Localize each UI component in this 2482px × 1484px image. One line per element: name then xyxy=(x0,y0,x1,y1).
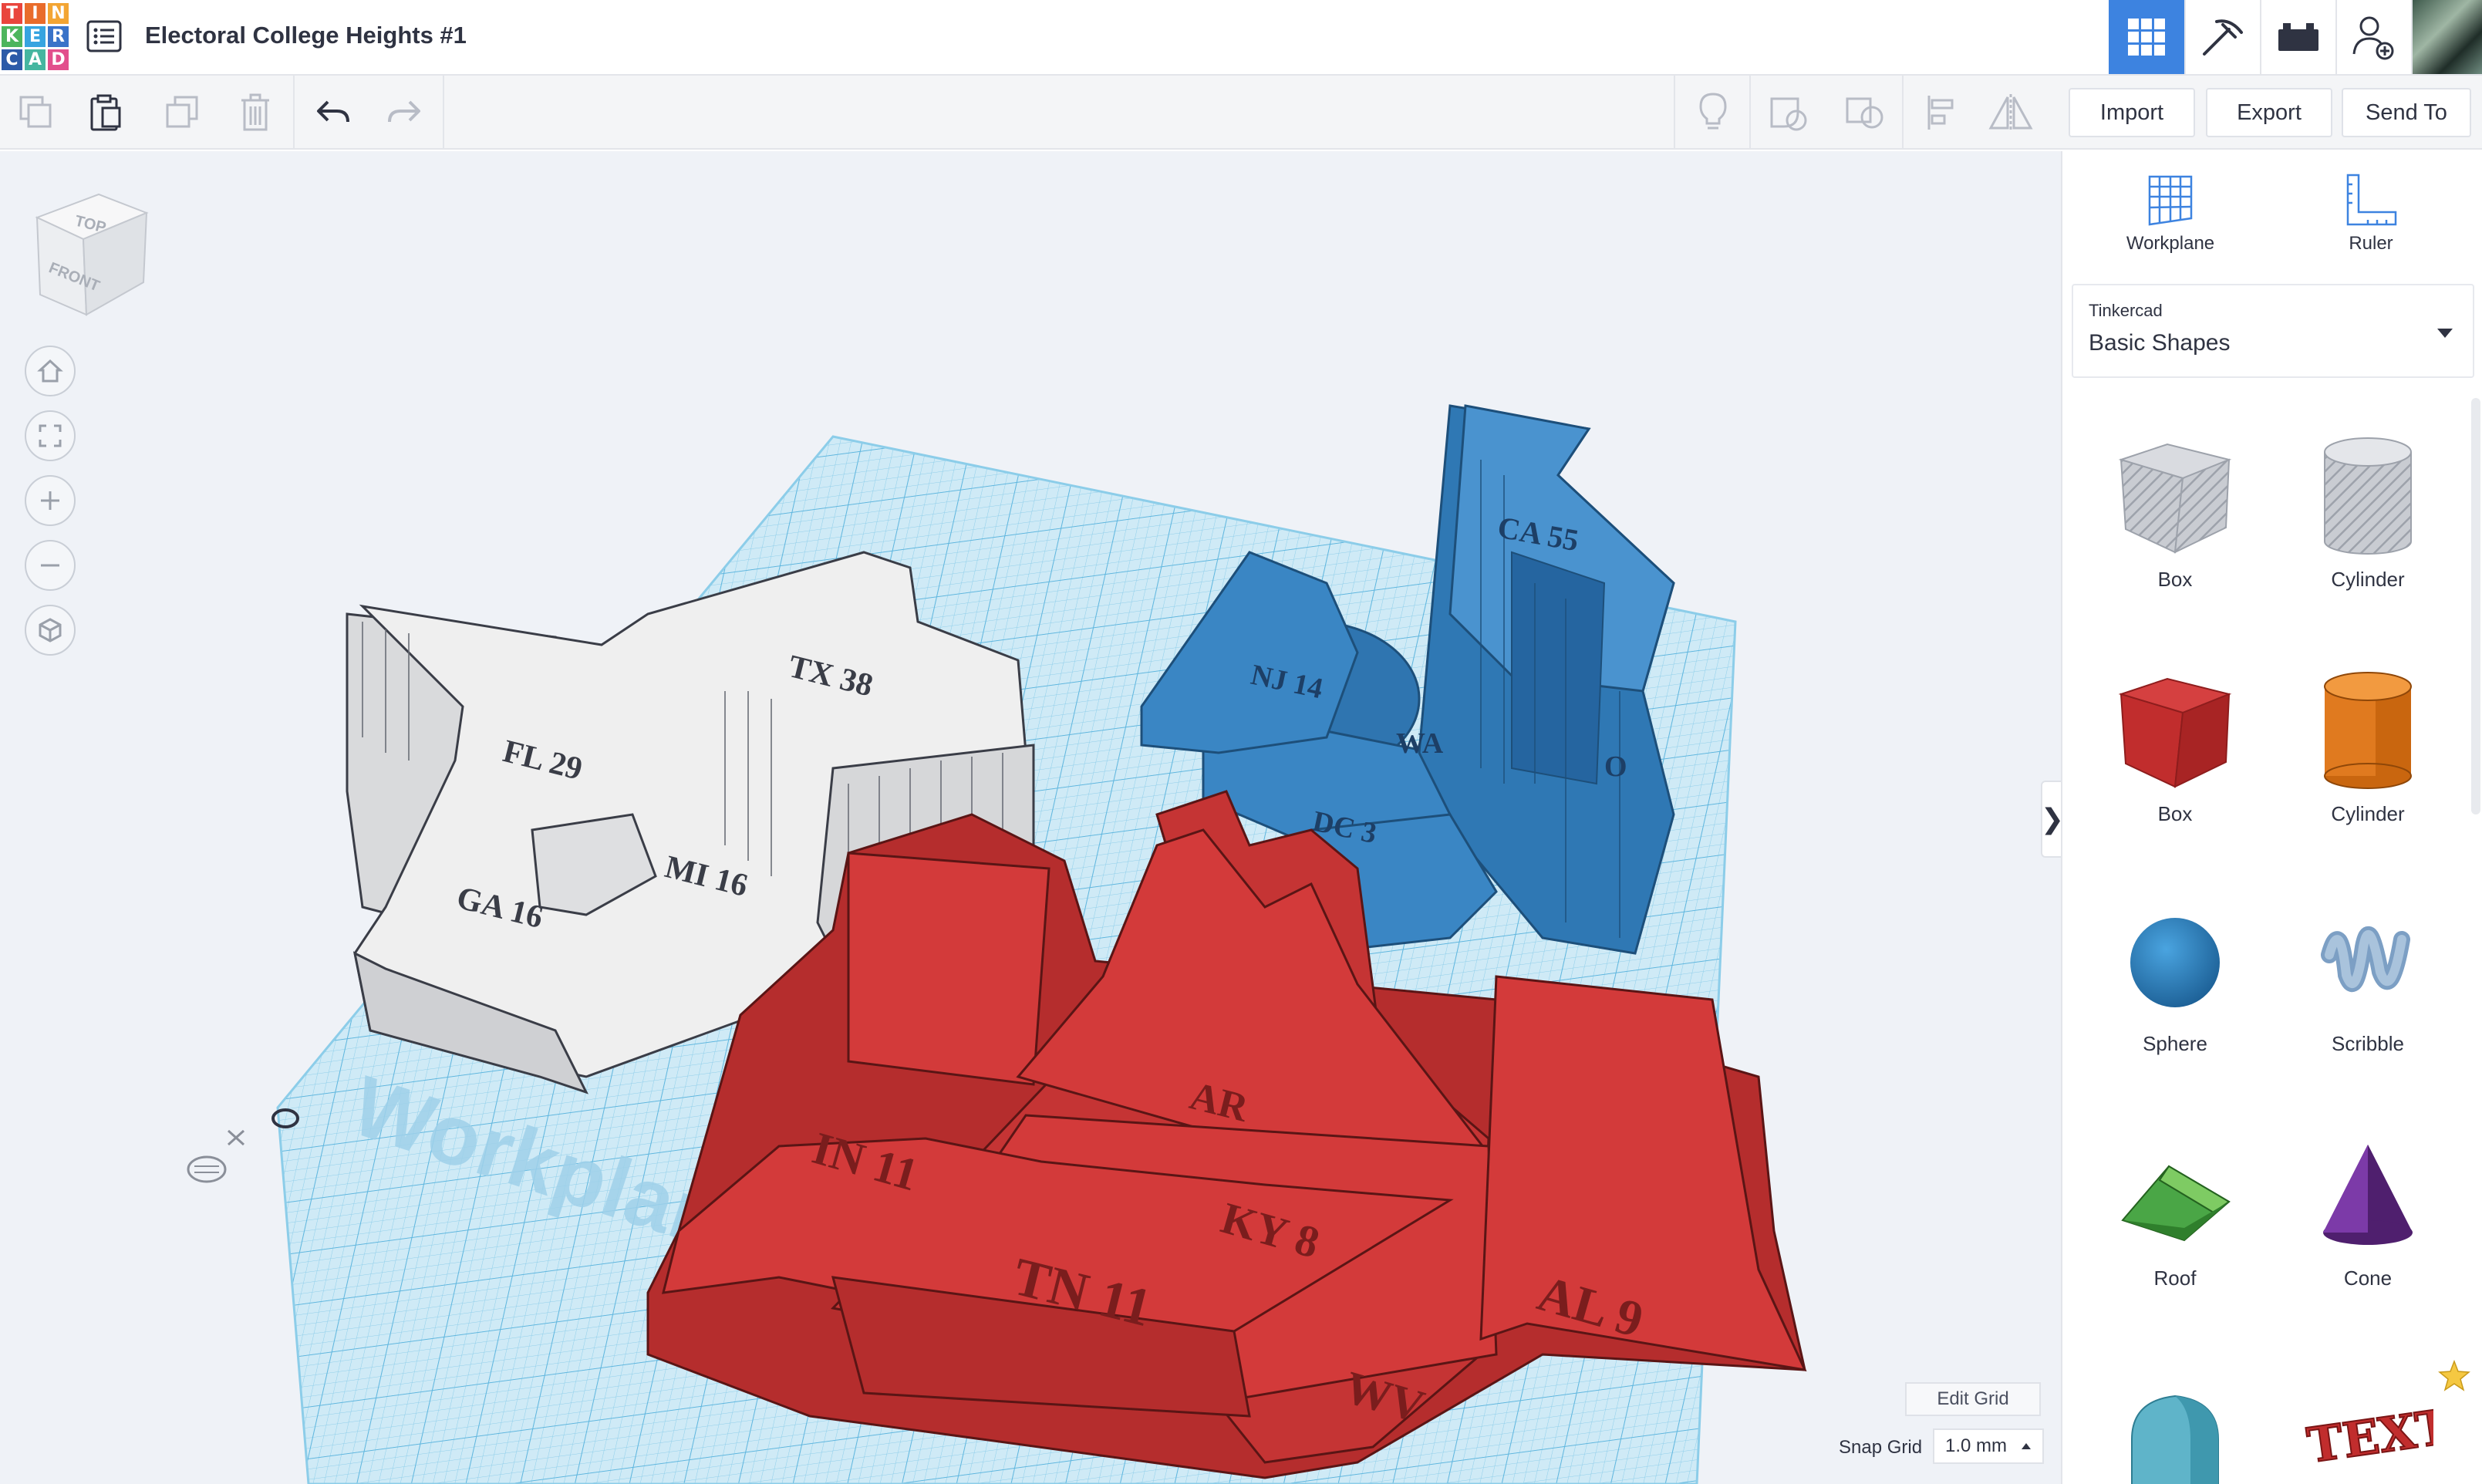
panel-collapse-button[interactable]: ❯ xyxy=(2041,781,2061,858)
cylinder-icon xyxy=(2324,672,2412,789)
state-label: O xyxy=(1604,750,1627,783)
tinkercad-logo[interactable]: T I N K E R C A D xyxy=(0,0,69,71)
shape-label: Cylinder xyxy=(2331,802,2405,825)
shape-label: Sphere xyxy=(2143,1032,2207,1055)
logo-letter: T xyxy=(2,3,22,24)
shapes-panel: Workplane Ruler Tinkercad Basic Shapes B… xyxy=(2061,151,2482,1484)
shape-label: Roof xyxy=(2153,1266,2197,1290)
shape-text[interactable]: TEXT xyxy=(2283,1393,2453,1484)
workplane-label: Workplane xyxy=(2126,233,2215,254)
logo-letter: E xyxy=(25,26,46,47)
shape-roof[interactable]: Roof xyxy=(2090,1135,2260,1290)
top-header: T I N K E R C A D Electoral College Heig… xyxy=(0,0,2482,76)
logo-letter: K xyxy=(2,26,22,47)
fit-view-button[interactable] xyxy=(25,410,76,461)
shape-box-hole[interactable]: Box xyxy=(2090,429,2260,592)
minus-icon xyxy=(41,564,59,567)
library-name: Basic Shapes xyxy=(2089,330,2231,356)
duplicate-icon[interactable] xyxy=(147,76,219,150)
shape-box[interactable]: Box xyxy=(2090,663,2260,826)
redo-icon[interactable] xyxy=(369,76,441,150)
state-label: WA xyxy=(1396,727,1444,760)
edit-toolbar xyxy=(0,76,2061,150)
snap-grid-label: Snap Grid xyxy=(1839,1437,1923,1458)
shape-label: Cone xyxy=(2343,1266,2393,1290)
import-button[interactable]: Import xyxy=(2069,88,2195,137)
blocks-icon[interactable] xyxy=(2184,0,2260,74)
cylinder-hole-icon xyxy=(2324,437,2412,555)
send-to-button[interactable]: Send To xyxy=(2342,88,2471,137)
shape-scribble[interactable]: Scribble xyxy=(2283,901,2453,1056)
shape-cylinder[interactable]: Cylinder xyxy=(2283,663,2453,826)
ruler-tool[interactable]: Ruler xyxy=(2294,168,2448,255)
file-actions: Import Export Send To xyxy=(2061,76,2482,150)
scribble-icon xyxy=(2321,926,2410,993)
workplane-icon xyxy=(2148,175,2193,226)
mirror-icon[interactable] xyxy=(1974,76,2047,150)
panel-scrollbar[interactable] xyxy=(2471,398,2480,815)
paste-icon[interactable] xyxy=(69,76,142,150)
logo-letter: I xyxy=(25,3,46,24)
shape-library-select[interactable]: Tinkercad Basic Shapes xyxy=(2072,284,2474,378)
shape-label: Box xyxy=(2157,802,2193,825)
export-button[interactable]: Export xyxy=(2206,88,2332,137)
avatar[interactable] xyxy=(2411,0,2482,74)
bricks-icon[interactable] xyxy=(2260,0,2335,74)
round-roof-icon xyxy=(2131,1395,2219,1484)
shape-round-roof[interactable] xyxy=(2090,1378,2260,1484)
chevron-down-icon xyxy=(2437,329,2453,338)
add-user-icon[interactable] xyxy=(2335,0,2411,74)
shape-cone[interactable]: Cone xyxy=(2283,1135,2453,1290)
logo-letter: C xyxy=(2,49,22,70)
shape-sphere[interactable]: Sphere xyxy=(2090,901,2260,1056)
library-vendor: Tinkercad xyxy=(2089,301,2163,320)
home-view-button[interactable] xyxy=(25,346,76,396)
design-list-icon[interactable] xyxy=(86,20,122,52)
workplane-tool[interactable]: Workplane xyxy=(2093,168,2248,255)
shape-cylinder-hole[interactable]: Cylinder xyxy=(2283,429,2453,592)
sphere-icon xyxy=(2130,918,2220,1007)
shape-label: Box xyxy=(2157,568,2193,591)
undo-icon[interactable] xyxy=(296,76,369,150)
ruler-icon xyxy=(2346,174,2397,226)
design-title[interactable]: Electoral College Heights #1 xyxy=(145,22,467,49)
cone-icon xyxy=(2323,1145,2413,1245)
logo-letter: R xyxy=(48,26,69,47)
zoom-in-button[interactable] xyxy=(25,475,76,526)
perspective-cube-icon xyxy=(39,618,62,643)
group-icon[interactable] xyxy=(1752,76,1825,150)
edit-grid-button[interactable]: Edit Grid xyxy=(1905,1382,2041,1416)
snap-grid-select[interactable]: 1.0 mm xyxy=(1933,1428,2044,1464)
delete-icon[interactable] xyxy=(219,76,292,150)
shape-label: Scribble xyxy=(2332,1032,2404,1055)
mode-switcher xyxy=(2109,0,2482,74)
box-icon xyxy=(2118,677,2232,788)
ortho-view-button[interactable] xyxy=(25,605,76,656)
3d-viewport[interactable]: Workplane TX 38 FL 29 GA 16 MI 16 CA 55 … xyxy=(0,151,2061,1484)
fit-icon xyxy=(39,424,62,447)
box-hole-icon xyxy=(2118,443,2232,554)
logo-letter: D xyxy=(48,49,69,70)
roof-icon xyxy=(2121,1165,2231,1242)
scene-canvas[interactable]: Workplane TX 38 FL 29 GA 16 MI 16 CA 55 … xyxy=(0,151,2061,1484)
lightbulb-icon[interactable] xyxy=(1677,76,1749,150)
snap-grid-value: 1.0 mm xyxy=(1945,1435,2008,1456)
3d-view-icon[interactable] xyxy=(2109,0,2184,74)
ruler-label: Ruler xyxy=(2349,233,2393,254)
align-icon[interactable] xyxy=(1905,76,1978,150)
logo-letter: N xyxy=(48,3,69,24)
view-cube[interactable]: TOP FRONT xyxy=(29,187,153,329)
plus-icon xyxy=(41,491,59,510)
home-icon xyxy=(37,359,63,383)
zoom-out-button[interactable] xyxy=(25,540,76,591)
favorite-star-icon[interactable] xyxy=(2437,1359,2471,1397)
copy-icon[interactable] xyxy=(0,76,73,150)
text-shape-glyph: TEXT xyxy=(2304,1398,2433,1473)
caret-up-icon xyxy=(2022,1443,2031,1449)
shape-label: Cylinder xyxy=(2331,568,2405,591)
text-icon: TEXT xyxy=(2303,1397,2433,1474)
ungroup-icon[interactable] xyxy=(1828,76,1900,150)
logo-letter: A xyxy=(25,49,46,70)
